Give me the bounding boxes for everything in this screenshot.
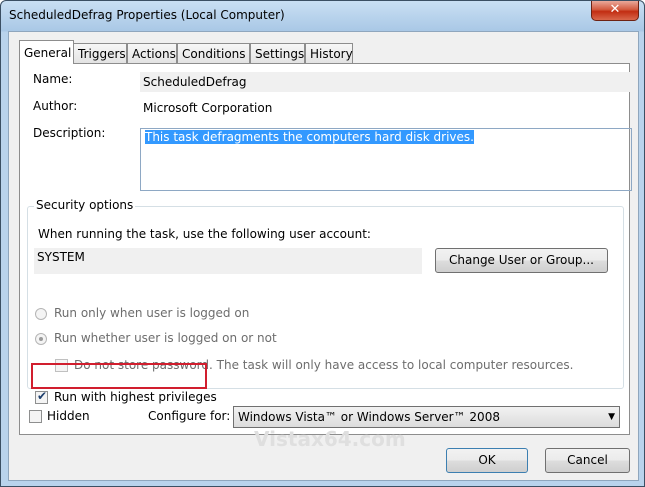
- highest-privileges-label: Run with highest privileges: [54, 390, 217, 404]
- close-icon: ✕: [609, 2, 621, 17]
- tab-triggers-label: Triggers: [78, 47, 126, 61]
- change-user-group-label: Change User or Group...: [449, 253, 594, 267]
- configure-for-value: Windows Vista™ or Windows Server™ 2008: [238, 410, 500, 424]
- name-field[interactable]: ScheduledDefrag: [140, 72, 632, 92]
- cancel-button[interactable]: Cancel: [545, 448, 630, 473]
- author-value: Microsoft Corporation: [143, 101, 273, 115]
- radio-selected-dot: [39, 337, 43, 341]
- window-title: ScheduledDefrag Properties (Local Comput…: [9, 8, 285, 22]
- title-bar[interactable]: ScheduledDefrag Properties (Local Comput…: [1, 1, 644, 31]
- tab-settings[interactable]: Settings: [250, 43, 305, 63]
- ok-button[interactable]: OK: [446, 448, 528, 473]
- change-user-group-button[interactable]: Change User or Group...: [435, 248, 608, 273]
- run-logged-on-label: Run only when user is logged on: [54, 306, 250, 320]
- tab-actions-label: Actions: [132, 47, 176, 61]
- tab-conditions[interactable]: Conditions: [177, 43, 250, 63]
- run-whether-radio[interactable]: [35, 333, 47, 345]
- run-whether-label: Run whether user is logged on or not: [54, 331, 277, 345]
- user-account-field: SYSTEM: [34, 248, 422, 274]
- highlight-annotation: [31, 363, 207, 389]
- tab-conditions-label: Conditions: [182, 47, 246, 61]
- tab-history-label: History: [310, 47, 353, 61]
- account-prompt: When running the task, use the following…: [38, 227, 371, 241]
- run-logged-on-radio[interactable]: [35, 308, 47, 320]
- chevron-down-icon: ▼: [608, 412, 615, 422]
- description-text: This task defragments the computers hard…: [145, 130, 474, 144]
- tab-triggers[interactable]: Triggers: [73, 43, 127, 63]
- check-icon: ✔: [37, 389, 48, 403]
- author-label: Author:: [33, 99, 78, 113]
- hidden-label: Hidden: [47, 409, 90, 423]
- dialog-client: General Triggers Actions Conditions Sett…: [8, 31, 639, 481]
- description-field[interactable]: This task defragments the computers hard…: [140, 128, 632, 191]
- highest-privileges-checkbox[interactable]: ✔: [35, 389, 48, 404]
- tab-actions[interactable]: Actions: [127, 43, 177, 63]
- tab-history[interactable]: History: [305, 43, 353, 63]
- tab-general-label: General: [24, 46, 72, 60]
- security-options-legend: Security options: [34, 198, 136, 212]
- tab-general[interactable]: General: [19, 40, 74, 64]
- close-button[interactable]: ✕: [591, 1, 639, 21]
- cancel-button-label: Cancel: [567, 453, 608, 467]
- configure-for-dropdown[interactable]: Windows Vista™ or Windows Server™ 2008 ▼: [233, 406, 620, 428]
- security-options-group: Security options When running the task, …: [27, 198, 624, 404]
- description-label: Description:: [33, 126, 106, 140]
- tab-settings-label: Settings: [255, 47, 305, 61]
- hidden-checkbox[interactable]: [29, 410, 42, 423]
- name-label: Name:: [33, 72, 73, 86]
- watermark: Vistax64.com: [254, 427, 406, 451]
- configure-for-label: Configure for:: [148, 409, 231, 423]
- properties-dialog: ScheduledDefrag Properties (Local Comput…: [0, 0, 645, 487]
- ok-button-label: OK: [478, 453, 496, 467]
